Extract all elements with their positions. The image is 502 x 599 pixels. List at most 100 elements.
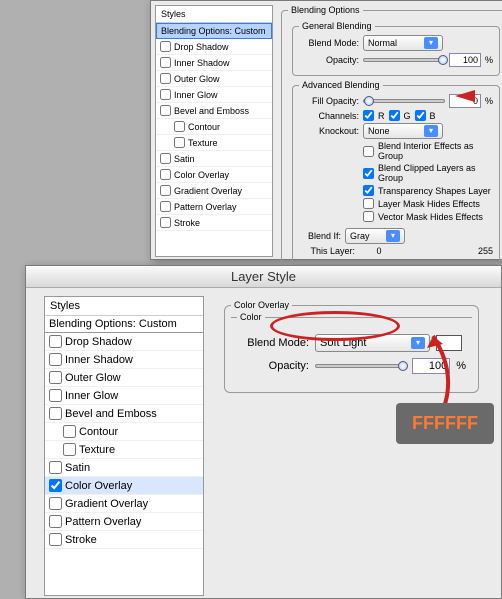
checkbox-contour[interactable] — [174, 121, 185, 132]
opacity-input[interactable] — [449, 53, 481, 67]
style-inner-shadow[interactable]: Inner Shadow — [45, 351, 203, 369]
checkbox-stroke[interactable] — [160, 217, 171, 228]
advanced-blending-group: Advanced Blending Fill Opacity: % Channe… — [292, 80, 500, 265]
blending-options-header[interactable]: Blending Options: Custom — [45, 316, 203, 333]
this-layer-label: This Layer: — [299, 246, 355, 256]
style-drop-shadow[interactable]: Drop Shadow — [45, 333, 203, 351]
style-outer-glow[interactable]: Outer Glow — [156, 71, 272, 87]
style-inner-glow[interactable]: Inner Glow — [156, 87, 272, 103]
styles-list-front: Styles Blending Options: Custom Drop Sha… — [44, 296, 204, 596]
blending-options-right: Blending Options General Blending Blend … — [277, 1, 502, 257]
checkbox-pattern-overlay[interactable] — [49, 515, 62, 528]
checkbox-satin[interactable] — [49, 461, 62, 474]
style-pattern-overlay[interactable]: Pattern Overlay — [156, 199, 272, 215]
checkbox-contour[interactable] — [63, 425, 76, 438]
slider-thumb[interactable] — [398, 361, 408, 371]
blend-mode-label: Blend Mode: — [299, 38, 359, 48]
channels-label: Channels: — [299, 111, 359, 121]
checkbox-color-overlay[interactable] — [160, 169, 171, 180]
styles-heading: Styles — [156, 6, 272, 23]
fill-opacity-input[interactable] — [449, 94, 481, 108]
chevron-updown-icon: ▾ — [424, 125, 438, 137]
slider-thumb[interactable] — [438, 55, 448, 65]
general-blending-legend: General Blending — [299, 21, 375, 31]
style-color-overlay[interactable]: Color Overlay — [156, 167, 272, 183]
checkbox-color-overlay[interactable] — [49, 479, 62, 492]
style-stroke[interactable]: Stroke — [45, 531, 203, 549]
checkbox-texture[interactable] — [63, 443, 76, 456]
blending-options-group: Blending Options General Blending Blend … — [281, 5, 502, 276]
style-gradient-overlay[interactable]: Gradient Overlay — [45, 495, 203, 513]
annotation-tooltip: FFFFFF — [396, 403, 494, 444]
checkbox-inner-shadow[interactable] — [160, 57, 171, 68]
cb-vector-mask-hides[interactable] — [363, 211, 374, 222]
style-contour[interactable]: Contour — [156, 119, 272, 135]
checkbox-stroke[interactable] — [49, 533, 62, 546]
opacity-input[interactable] — [412, 358, 450, 374]
checkbox-inner-shadow[interactable] — [49, 353, 62, 366]
style-satin[interactable]: Satin — [156, 151, 272, 167]
checkbox-gradient-overlay[interactable] — [160, 185, 171, 196]
color-overlay-legend: Color Overlay — [231, 300, 292, 310]
checkbox-outer-glow[interactable] — [49, 371, 62, 384]
style-bevel-emboss[interactable]: Bevel and Emboss — [45, 405, 203, 423]
opacity-slider[interactable] — [315, 364, 406, 368]
blending-options-header[interactable]: Blending Options: Custom — [156, 23, 272, 39]
blend-mode-select[interactable]: Soft Light▾ — [315, 334, 430, 352]
checkbox-gradient-overlay[interactable] — [49, 497, 62, 510]
blend-if-label: Blend If: — [299, 231, 341, 241]
checkbox-outer-glow[interactable] — [160, 73, 171, 84]
opacity-label: Opacity: — [237, 360, 309, 372]
cb-blend-interior[interactable] — [363, 146, 374, 157]
advanced-blending-legend: Advanced Blending — [299, 80, 383, 90]
style-stroke[interactable]: Stroke — [156, 215, 272, 231]
general-blending-group: General Blending Blend Mode: Normal▾ Opa… — [292, 21, 500, 76]
style-color-overlay[interactable]: Color Overlay — [45, 477, 203, 495]
checkbox-texture[interactable] — [174, 137, 185, 148]
channel-r-checkbox[interactable] — [363, 110, 374, 121]
blend-mode-label: Blend Mode: — [237, 337, 309, 349]
styles-heading: Styles — [45, 297, 203, 316]
checkbox-bevel-emboss[interactable] — [49, 407, 62, 420]
slider-thumb[interactable] — [364, 96, 374, 106]
style-drop-shadow[interactable]: Drop Shadow — [156, 39, 272, 55]
color-inner-group: Color Blend Mode: Soft Light▾ Opacity: % — [231, 312, 472, 386]
blending-options-legend: Blending Options — [288, 5, 363, 15]
style-outer-glow[interactable]: Outer Glow — [45, 369, 203, 387]
style-gradient-overlay[interactable]: Gradient Overlay — [156, 183, 272, 199]
color-legend: Color — [237, 312, 265, 322]
channel-b-checkbox[interactable] — [415, 110, 426, 121]
percent-label: % — [485, 55, 493, 65]
style-texture[interactable]: Texture — [156, 135, 272, 151]
checkbox-drop-shadow[interactable] — [160, 41, 171, 52]
checkbox-inner-glow[interactable] — [160, 89, 171, 100]
blend-if-select[interactable]: Gray▾ — [345, 228, 405, 244]
style-inner-shadow[interactable]: Inner Shadow — [156, 55, 272, 71]
style-inner-glow[interactable]: Inner Glow — [45, 387, 203, 405]
checkbox-inner-glow[interactable] — [49, 389, 62, 402]
cb-blend-clipped[interactable] — [363, 168, 374, 179]
knockout-select[interactable]: None▾ — [363, 123, 443, 139]
chevron-updown-icon: ▾ — [411, 337, 425, 349]
blend-mode-select[interactable]: Normal▾ — [363, 35, 443, 51]
checkbox-satin[interactable] — [160, 153, 171, 164]
style-texture[interactable]: Texture — [45, 441, 203, 459]
cb-layer-mask-hides[interactable] — [363, 198, 374, 209]
checkbox-drop-shadow[interactable] — [49, 335, 62, 348]
styles-list-back: Styles Blending Options: Custom Drop Sha… — [155, 5, 273, 257]
fill-opacity-label: Fill Opacity: — [299, 96, 359, 106]
opacity-slider[interactable] — [363, 58, 445, 62]
fill-opacity-slider[interactable] — [363, 99, 445, 103]
style-pattern-overlay[interactable]: Pattern Overlay — [45, 513, 203, 531]
style-contour[interactable]: Contour — [45, 423, 203, 441]
percent-label: % — [456, 360, 466, 372]
style-bevel-emboss[interactable]: Bevel and Emboss — [156, 103, 272, 119]
checkbox-bevel-emboss[interactable] — [160, 105, 171, 116]
color-swatch[interactable] — [436, 335, 462, 351]
style-satin[interactable]: Satin — [45, 459, 203, 477]
layer-style-back-panel: Styles Blending Options: Custom Drop Sha… — [150, 0, 502, 260]
cb-transparency-shapes[interactable] — [363, 185, 374, 196]
color-overlay-group: Color Overlay Color Blend Mode: Soft Lig… — [224, 300, 479, 393]
checkbox-pattern-overlay[interactable] — [160, 201, 171, 212]
channel-g-checkbox[interactable] — [389, 110, 400, 121]
